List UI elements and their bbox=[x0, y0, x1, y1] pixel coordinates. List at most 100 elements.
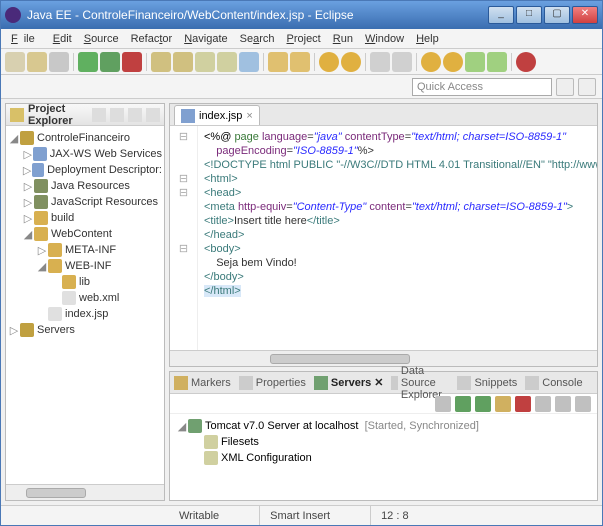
separator bbox=[73, 53, 74, 71]
restore-button[interactable]: □ bbox=[516, 6, 542, 24]
tree-webinf[interactable]: WEB-INF bbox=[65, 260, 111, 272]
tree-depdesc[interactable]: Deployment Descriptor: bbox=[47, 164, 162, 176]
pin-icon[interactable] bbox=[370, 52, 390, 72]
editor-tab-indexjsp[interactable]: index.jsp × bbox=[174, 105, 260, 125]
link-editor-icon[interactable] bbox=[110, 108, 124, 122]
server-debug-icon[interactable] bbox=[475, 396, 491, 412]
tree-build[interactable]: build bbox=[51, 212, 74, 224]
last-edit-icon[interactable] bbox=[465, 52, 485, 72]
separator bbox=[263, 53, 264, 71]
tree-javares[interactable]: Java Resources bbox=[51, 180, 130, 192]
nav-back-icon[interactable] bbox=[421, 52, 441, 72]
tree-lib[interactable]: lib bbox=[79, 276, 90, 288]
eclipse-window: Java EE - ControleFinanceiro/WebContent/… bbox=[0, 0, 603, 526]
view-menu-icon[interactable] bbox=[128, 108, 142, 122]
jsp-icon bbox=[181, 109, 195, 123]
code-area[interactable]: <%@ page language="java" contentType="te… bbox=[198, 126, 597, 350]
close-tab-icon[interactable]: × bbox=[246, 110, 252, 122]
project-tree[interactable]: ◢ControleFinanceiro ▷JAX-WS Web Services… bbox=[6, 126, 164, 484]
new-icon[interactable] bbox=[5, 52, 25, 72]
close-button[interactable]: ✕ bbox=[572, 6, 598, 24]
tree-indexjsp[interactable]: index.jsp bbox=[65, 308, 108, 320]
server-publish-icon[interactable] bbox=[535, 396, 551, 412]
servers-tree[interactable]: ◢Tomcat v7.0 Server at localhost [Starte… bbox=[170, 414, 597, 500]
server-new-icon[interactable] bbox=[435, 396, 451, 412]
titlebar[interactable]: Java EE - ControleFinanceiro/WebContent/… bbox=[1, 1, 602, 29]
menu-window[interactable]: Window bbox=[359, 31, 410, 47]
bottom-tabs: Markers Properties Servers ✕ Data Source… bbox=[170, 372, 597, 394]
tab-properties[interactable]: Properties bbox=[239, 376, 306, 390]
tab-console[interactable]: Console bbox=[525, 376, 582, 390]
back-icon[interactable] bbox=[319, 52, 339, 72]
server-add-icon[interactable] bbox=[575, 396, 591, 412]
tree-servers[interactable]: Servers bbox=[37, 324, 75, 336]
menu-source[interactable]: Source bbox=[78, 31, 125, 47]
server-start-icon[interactable] bbox=[455, 396, 471, 412]
editor-gutter: ⊟ ⊟⊟ ⊟ bbox=[170, 126, 198, 350]
tab-servers[interactable]: Servers ✕ bbox=[314, 376, 384, 390]
forward-icon[interactable] bbox=[341, 52, 361, 72]
annotate-icon[interactable] bbox=[290, 52, 310, 72]
editor-scrollbar[interactable] bbox=[170, 350, 597, 366]
new-package-icon[interactable] bbox=[217, 52, 237, 72]
status-writable: Writable bbox=[169, 506, 229, 525]
tab-markers[interactable]: Markers bbox=[174, 376, 231, 390]
status-insert: Smart Insert bbox=[259, 506, 340, 525]
tree-jsres[interactable]: JavaScript Resources bbox=[51, 196, 158, 208]
tree-jaxws[interactable]: JAX-WS Web Services bbox=[50, 148, 162, 160]
perspective-javaee-icon[interactable] bbox=[578, 78, 596, 96]
server-stop-icon[interactable] bbox=[515, 396, 531, 412]
window-title: Java EE - ControleFinanceiro/WebContent/… bbox=[27, 8, 486, 22]
separator bbox=[314, 53, 315, 71]
maximize-button[interactable]: ▢ bbox=[544, 6, 570, 24]
link-icon[interactable] bbox=[392, 52, 412, 72]
work-area: Project Explorer ◢ControleFinanceiro ▷JA… bbox=[1, 99, 602, 505]
menu-help[interactable]: Help bbox=[410, 31, 445, 47]
editor-tab-label: index.jsp bbox=[199, 110, 242, 122]
tree-metainf[interactable]: META-INF bbox=[65, 244, 116, 256]
next-edit-icon[interactable] bbox=[487, 52, 507, 72]
editor-pane: index.jsp × ⊟ ⊟⊟ ⊟ <%@ page language="ja… bbox=[169, 103, 598, 367]
tree-project[interactable]: ControleFinanceiro bbox=[37, 132, 130, 144]
server-clean-icon[interactable] bbox=[555, 396, 571, 412]
server-status: [Started, Synchronized] bbox=[365, 420, 479, 432]
main-area: index.jsp × ⊟ ⊟⊟ ⊟ <%@ page language="ja… bbox=[169, 103, 598, 501]
menu-run[interactable]: Run bbox=[327, 31, 359, 47]
server-xmlconfig[interactable]: XML Configuration bbox=[221, 452, 312, 464]
menu-search[interactable]: Search bbox=[234, 31, 281, 47]
server-filesets[interactable]: Filesets bbox=[221, 436, 259, 448]
collapse-all-icon[interactable] bbox=[92, 108, 106, 122]
stop-icon[interactable] bbox=[122, 52, 142, 72]
menu-refactor[interactable]: Refactor bbox=[125, 31, 179, 47]
server-name[interactable]: Tomcat v7.0 Server at localhost bbox=[205, 420, 358, 432]
editor-body[interactable]: ⊟ ⊟⊟ ⊟ <%@ page language="java" contentT… bbox=[170, 126, 597, 350]
menu-navigate[interactable]: Navigate bbox=[178, 31, 233, 47]
run-icon[interactable] bbox=[78, 52, 98, 72]
tree-webcontent[interactable]: WebContent bbox=[51, 228, 112, 240]
save-all-icon[interactable] bbox=[49, 52, 69, 72]
status-bar: Writable Smart Insert 12 : 8 bbox=[1, 505, 602, 525]
servers-toolbar bbox=[170, 394, 597, 414]
menu-edit[interactable]: Edit bbox=[47, 31, 78, 47]
new-server-icon[interactable] bbox=[151, 52, 171, 72]
perspective-open-icon[interactable] bbox=[556, 78, 574, 96]
new-file-icon[interactable] bbox=[195, 52, 215, 72]
menu-project[interactable]: Project bbox=[281, 31, 327, 47]
minimize-view-icon[interactable] bbox=[146, 108, 160, 122]
separator bbox=[146, 53, 147, 71]
tree-webxml[interactable]: web.xml bbox=[79, 292, 119, 304]
open-type-icon[interactable] bbox=[239, 52, 259, 72]
sidebar-scrollbar[interactable] bbox=[6, 484, 164, 500]
quick-access-bar: Quick Access bbox=[1, 75, 602, 99]
minimize-button[interactable]: _ bbox=[488, 6, 514, 24]
menu-file[interactable]: File bbox=[5, 31, 47, 47]
server-profile-icon[interactable] bbox=[495, 396, 511, 412]
debug-icon[interactable] bbox=[100, 52, 120, 72]
new-project-icon[interactable] bbox=[173, 52, 193, 72]
search-icon[interactable] bbox=[268, 52, 288, 72]
terminate-icon[interactable] bbox=[516, 52, 536, 72]
save-icon[interactable] bbox=[27, 52, 47, 72]
tab-snippets[interactable]: Snippets bbox=[457, 376, 517, 390]
quick-access-input[interactable]: Quick Access bbox=[412, 78, 552, 96]
nav-fwd-icon[interactable] bbox=[443, 52, 463, 72]
